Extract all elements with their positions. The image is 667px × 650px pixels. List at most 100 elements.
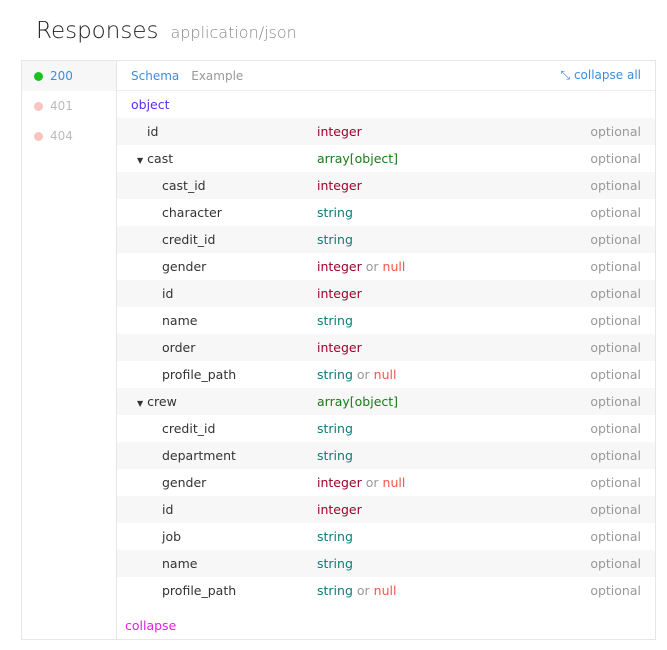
collapse-all-button[interactable]: ⤡ collapse all [561, 68, 642, 83]
field-name-label: job [162, 529, 182, 544]
field-type: string [317, 205, 353, 220]
collapse-link[interactable]: collapse [125, 618, 176, 633]
field-name-label: credit_id [162, 232, 216, 247]
status-dot-icon [34, 71, 43, 81]
field-name: id [162, 502, 173, 517]
field-type: string or null [317, 367, 396, 382]
type-label: null [373, 583, 397, 598]
tab-example[interactable]: Example [191, 69, 243, 83]
field-name: job [162, 529, 181, 544]
type-label: null [382, 475, 406, 490]
collapse-all-label: collapse all [573, 68, 641, 82]
caret-down-icon[interactable]: ▼ [137, 399, 143, 408]
field-name: id [147, 124, 158, 139]
schema-row: name string optional [117, 550, 655, 577]
status-code-401[interactable]: 401 [22, 91, 116, 121]
caret-down-icon[interactable]: ▼ [137, 156, 143, 165]
status-code-list: 200 401 404 [22, 61, 117, 639]
field-name: profile_path [162, 367, 236, 382]
tab-bar: Schema Example ⤡ collapse all [117, 61, 655, 91]
content-type: application/json [170, 23, 297, 42]
required-flag: optional [590, 340, 641, 355]
field-type: string [317, 556, 353, 571]
schema-row: job string optional [117, 523, 655, 550]
type-label: null [382, 259, 406, 274]
type-label: string [317, 583, 353, 598]
field-name: ▼ cast [137, 151, 173, 166]
field-name-label: character [162, 205, 222, 220]
field-type: string [317, 421, 353, 436]
type-label: integer [317, 475, 362, 490]
type-label: array[object] [317, 151, 399, 166]
tab-schema[interactable]: Schema [131, 69, 179, 83]
schema-row: character string optional [117, 199, 655, 226]
required-flag: optional [590, 286, 641, 301]
field-type: integer [317, 340, 362, 355]
field-type: string [317, 529, 353, 544]
required-flag: optional [590, 529, 641, 544]
or-separator: or [365, 259, 379, 274]
status-code-label: 404 [50, 129, 73, 143]
required-flag: optional [590, 205, 641, 220]
field-type: string [317, 232, 353, 247]
schema-row[interactable]: ▼ crew array[object] optional [117, 388, 655, 415]
field-name-label: crew [147, 394, 177, 409]
or-separator: or [356, 367, 370, 382]
field-name-label: credit_id [162, 421, 216, 436]
required-flag: optional [590, 448, 641, 463]
field-name: id [162, 286, 173, 301]
schema-panel: Schema Example ⤡ collapse all object id i… [117, 61, 655, 639]
required-flag: optional [590, 367, 641, 382]
type-label: string [317, 448, 353, 463]
schema-row: credit_id string optional [117, 415, 655, 442]
field-type: integer or null [317, 475, 405, 490]
required-flag: optional [590, 313, 641, 328]
field-name-label: id [162, 502, 174, 517]
field-name: name [162, 556, 197, 571]
type-label: string [317, 367, 353, 382]
schema-row: id integer optional [117, 496, 655, 523]
schema-row: profile_path string or null optional [117, 577, 655, 604]
required-flag: optional [590, 394, 641, 409]
schema-row: cast_id integer optional [117, 172, 655, 199]
field-name: department [162, 448, 236, 463]
or-separator: or [365, 475, 379, 490]
root-type: object [131, 97, 170, 112]
page-title: Responses [36, 18, 159, 44]
field-name-label: id [147, 124, 159, 139]
required-flag: optional [590, 502, 641, 517]
type-label: integer [317, 259, 362, 274]
field-name: gender [162, 259, 206, 274]
schema-row: profile_path string or null optional [117, 361, 655, 388]
field-type: array[object] [317, 394, 398, 409]
field-type: integer or null [317, 259, 405, 274]
responses-panel: 200 401 404 Schema Example ⤡ collapse all … [21, 60, 656, 640]
schema-row: gender integer or null optional [117, 253, 655, 280]
required-flag: optional [590, 583, 641, 598]
field-name-label: gender [162, 475, 207, 490]
schema-row: department string optional [117, 442, 655, 469]
field-type: array[object] [317, 151, 398, 166]
field-name: order [162, 340, 195, 355]
status-dot-icon [34, 101, 43, 111]
status-code-404[interactable]: 404 [22, 121, 116, 151]
schema-row[interactable]: ▼ cast array[object] optional [117, 145, 655, 172]
type-label: integer [317, 286, 362, 301]
type-label: array[object] [317, 394, 399, 409]
field-name: character [162, 205, 222, 220]
field-type: integer [317, 286, 362, 301]
field-type: integer [317, 502, 362, 517]
field-name: profile_path [162, 583, 236, 598]
field-name-label: department [162, 448, 236, 463]
required-flag: optional [590, 475, 641, 490]
status-code-label: 401 [50, 99, 73, 113]
schema-row: gender integer or null optional [117, 469, 655, 496]
type-label: integer [317, 340, 362, 355]
required-flag: optional [590, 178, 641, 193]
required-flag: optional [590, 124, 641, 139]
type-label: string [317, 556, 353, 571]
or-separator: or [356, 583, 370, 598]
status-code-200[interactable]: 200 [22, 61, 116, 91]
required-flag: optional [590, 259, 641, 274]
type-label: string [317, 313, 353, 328]
